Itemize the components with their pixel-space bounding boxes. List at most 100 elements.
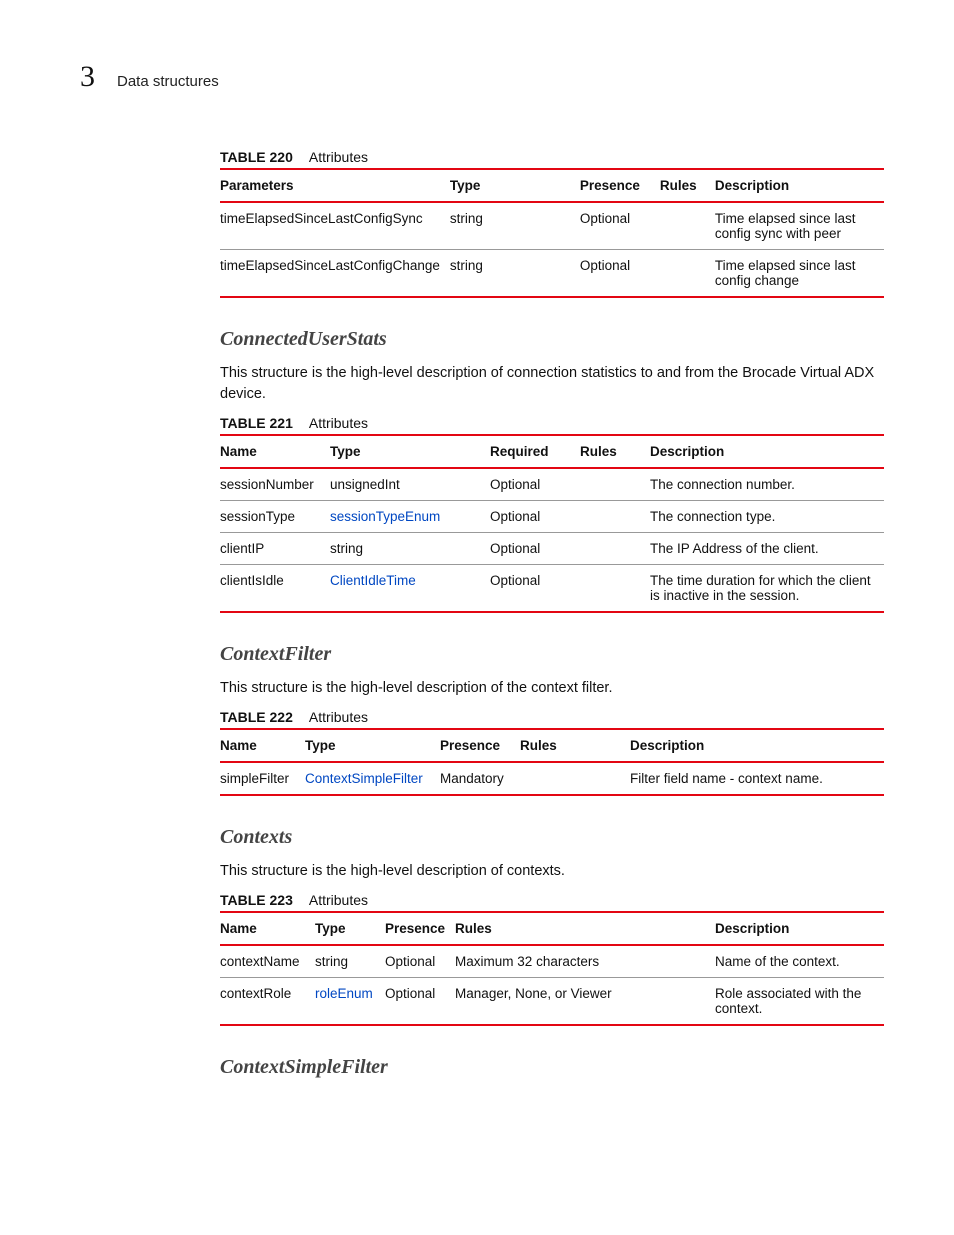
heading-contexts: Contexts [220, 826, 884, 849]
col-required: Required [490, 435, 580, 468]
cell-desc: The time duration for which the client i… [650, 565, 884, 613]
table-row: simpleFilter ContextSimpleFilter Mandato… [220, 762, 884, 795]
cell-desc: The IP Address of the client. [650, 533, 884, 565]
col-description: Description [715, 169, 884, 202]
cell-presence: Optional [385, 978, 455, 1026]
col-name: Name [220, 912, 315, 945]
col-type: Type [315, 912, 385, 945]
cell-rules [660, 202, 715, 250]
table-221: Name Type Required Rules Description ses… [220, 434, 884, 613]
section-description: This structure is the high-level descrip… [220, 363, 884, 405]
cell-type: string [450, 250, 580, 298]
col-type: Type [305, 729, 440, 762]
cell-name: sessionNumber [220, 468, 330, 501]
type-link[interactable]: ContextSimpleFilter [305, 771, 423, 786]
type-link[interactable]: roleEnum [315, 986, 373, 1001]
cell-desc: Filter field name - context name. [630, 762, 884, 795]
table-title: Attributes [309, 149, 368, 165]
table-row: contextName string Optional Maximum 32 c… [220, 945, 884, 978]
cell-desc: Time elapsed since last config sync with… [715, 202, 884, 250]
table-title: Attributes [309, 709, 368, 725]
type-link[interactable]: ClientIdleTime [330, 573, 416, 588]
page-header: 3 Data structures [80, 60, 884, 94]
cell-param: timeElapsedSinceLastConfigChange [220, 250, 450, 298]
chapter-title: Data structures [117, 73, 219, 90]
cell-param: timeElapsedSinceLastConfigSync [220, 202, 450, 250]
table-row: contextRole roleEnum Optional Manager, N… [220, 978, 884, 1026]
cell-rules [660, 250, 715, 298]
table-row: sessionNumber unsignedInt Optional The c… [220, 468, 884, 501]
table-222-caption: TABLE 222 Attributes [220, 709, 884, 725]
cell-rules [580, 533, 650, 565]
col-description: Description [650, 435, 884, 468]
table-row: clientIsIdle ClientIdleTime Optional The… [220, 565, 884, 613]
cell-type: unsignedInt [330, 468, 490, 501]
cell-rules: Manager, None, or Viewer [455, 978, 715, 1026]
cell-required: Optional [490, 533, 580, 565]
cell-required: Optional [490, 468, 580, 501]
cell-desc: The connection number. [650, 468, 884, 501]
table-221-caption: TABLE 221 Attributes [220, 415, 884, 431]
cell-name: simpleFilter [220, 762, 305, 795]
table-223: Name Type Presence Rules Description con… [220, 911, 884, 1026]
col-rules: Rules [520, 729, 630, 762]
cell-rules: Maximum 32 characters [455, 945, 715, 978]
cell-presence: Optional [385, 945, 455, 978]
col-rules: Rules [580, 435, 650, 468]
table-label: TABLE 220 [220, 149, 293, 165]
cell-name: clientIP [220, 533, 330, 565]
col-rules: Rules [660, 169, 715, 202]
heading-context-simple-filter: ContextSimpleFilter [220, 1056, 884, 1079]
cell-name: sessionType [220, 501, 330, 533]
table-row: sessionType sessionTypeEnum Optional The… [220, 501, 884, 533]
cell-rules [520, 762, 630, 795]
type-link[interactable]: sessionTypeEnum [330, 509, 440, 524]
cell-type: string [450, 202, 580, 250]
table-220: Parameters Type Presence Rules Descripti… [220, 168, 884, 298]
chapter-number: 3 [80, 60, 95, 94]
cell-desc: The connection type. [650, 501, 884, 533]
cell-required: Optional [490, 501, 580, 533]
cell-rules [580, 565, 650, 613]
cell-rules [580, 501, 650, 533]
cell-presence: Optional [580, 202, 660, 250]
cell-name: contextName [220, 945, 315, 978]
col-presence: Presence [580, 169, 660, 202]
table-title: Attributes [309, 415, 368, 431]
table-row: timeElapsedSinceLastConfigSync string Op… [220, 202, 884, 250]
col-parameters: Parameters [220, 169, 450, 202]
table-223-caption: TABLE 223 Attributes [220, 892, 884, 908]
col-description: Description [630, 729, 884, 762]
col-type: Type [330, 435, 490, 468]
col-presence: Presence [385, 912, 455, 945]
cell-name: contextRole [220, 978, 315, 1026]
cell-presence: Optional [580, 250, 660, 298]
cell-type: string [330, 533, 490, 565]
table-220-caption: TABLE 220 Attributes [220, 149, 884, 165]
col-type: Type [450, 169, 580, 202]
table-label: TABLE 222 [220, 709, 293, 725]
heading-context-filter: ContextFilter [220, 643, 884, 666]
table-222: Name Type Presence Rules Description sim… [220, 728, 884, 796]
heading-connected-user-stats: ConnectedUserStats [220, 328, 884, 351]
section-description: This structure is the high-level descrip… [220, 678, 884, 699]
cell-name: clientIsIdle [220, 565, 330, 613]
cell-desc: Role associated with the context. [715, 978, 884, 1026]
cell-desc: Name of the context. [715, 945, 884, 978]
table-row: timeElapsedSinceLastConfigChange string … [220, 250, 884, 298]
table-label: TABLE 223 [220, 892, 293, 908]
cell-required: Optional [490, 565, 580, 613]
section-description: This structure is the high-level descrip… [220, 861, 884, 882]
cell-rules [580, 468, 650, 501]
table-title: Attributes [309, 892, 368, 908]
cell-type: string [315, 945, 385, 978]
col-rules: Rules [455, 912, 715, 945]
table-row: clientIP string Optional The IP Address … [220, 533, 884, 565]
cell-presence: Mandatory [440, 762, 520, 795]
col-presence: Presence [440, 729, 520, 762]
cell-desc: Time elapsed since last config change [715, 250, 884, 298]
table-label: TABLE 221 [220, 415, 293, 431]
col-name: Name [220, 435, 330, 468]
col-description: Description [715, 912, 884, 945]
col-name: Name [220, 729, 305, 762]
